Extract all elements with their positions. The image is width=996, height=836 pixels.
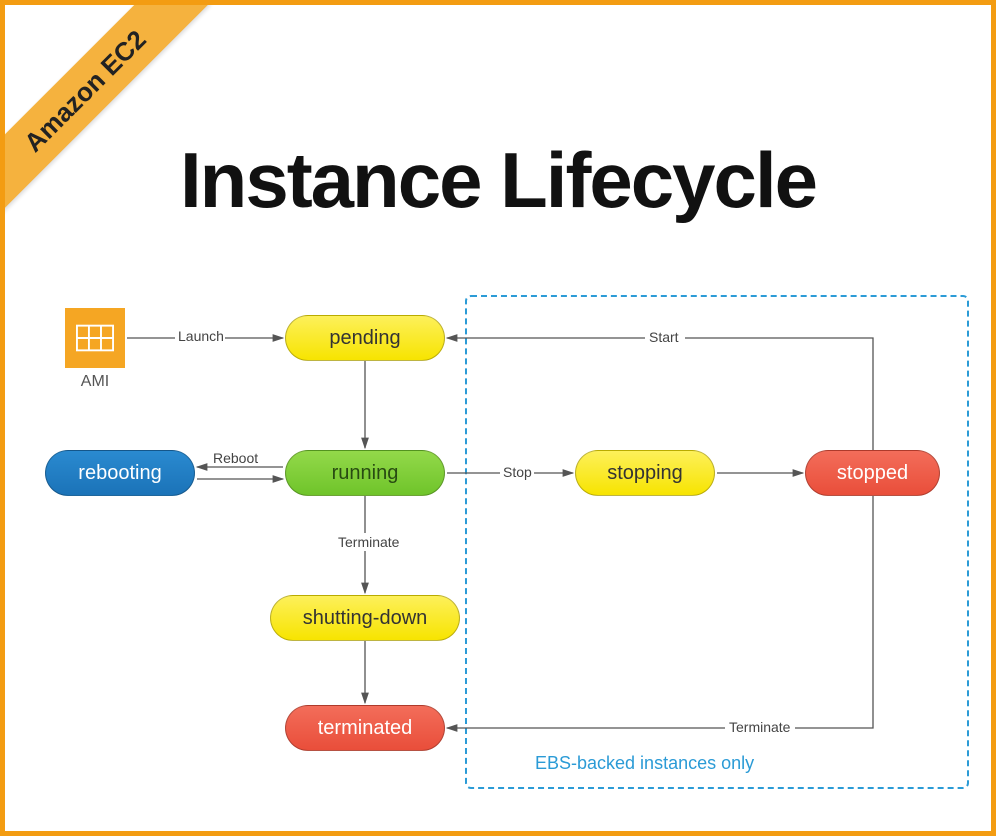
edge-terminate-running: Terminate [338,534,400,550]
edge-reboot: Reboot [213,450,258,466]
diagram-frame: Amazon EC2 Instance Lifecycle EBS-backed… [0,0,996,836]
lifecycle-diagram: EBS-backed instances only AMI pending re… [45,295,951,801]
edges-svg: Launch Reboot Stop Start Terminate [45,295,951,801]
edge-launch: Launch [178,328,224,344]
edge-stop: Stop [503,464,532,480]
page-title: Instance Lifecycle [5,135,991,226]
edge-terminate-stopped: Terminate [729,719,791,735]
edge-start: Start [649,329,679,345]
